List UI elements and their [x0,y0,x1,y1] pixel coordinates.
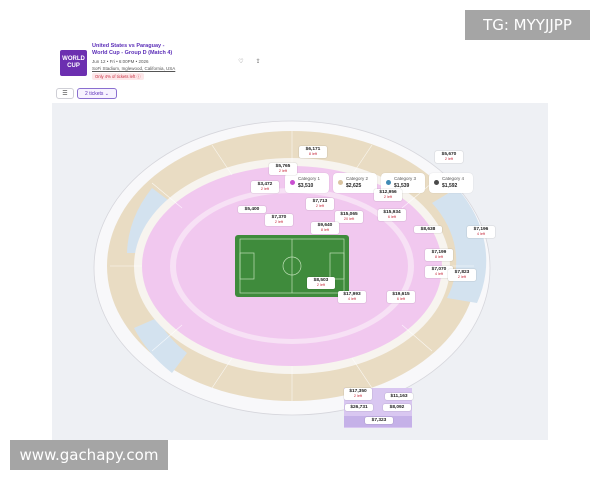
price-pin[interactable]: $6,171 8 left [299,146,327,158]
filters-button[interactable]: ☰ [56,88,74,99]
pin-left: 2 left [274,220,284,224]
pin-left: 2 left [444,157,454,161]
category-4-dot [434,180,439,185]
category-1-dot [290,180,295,185]
world-cup-logo: WORLD CUP [60,50,87,76]
price-pin[interactable]: $5,765 2 left [269,163,297,175]
price-pin[interactable]: $15,065 20 left [335,211,363,223]
pin-left: 6 left [387,215,397,219]
price-pin[interactable]: $3,472 2 left [251,181,279,193]
quantity-label: 2 tickets [85,91,104,97]
pin-left: 8 left [320,228,330,232]
legend-price: $3,510 [298,183,314,189]
legend-category-1[interactable]: Category 1 $3,510 [285,173,329,193]
pin-left: 8 left [434,255,444,259]
legend-price: $1,592 [442,183,458,189]
chevron-down-icon: ⌄ [104,91,109,97]
pin-price: $8,638 [420,227,436,232]
pin-left: 4 left [347,297,357,301]
legend-category-2[interactable]: Category 2 $2,625 [333,173,377,193]
legend-category-4[interactable]: Category 4 $1,592 [429,173,473,193]
price-pin[interactable]: $19,615 6 left [387,291,415,303]
price-pin[interactable]: $7,199 8 left [425,249,453,261]
legend-price: $2,625 [346,183,362,189]
price-pin[interactable]: $15,934 6 left [378,209,406,221]
price-pin[interactable]: $11,163 [385,393,413,400]
pin-left: 2 left [383,195,393,199]
scarcity-text: Only 4% of tickets left [95,74,136,79]
pin-left: 4 left [476,232,486,236]
pin-left: 2 left [316,283,326,287]
price-pin[interactable]: $17,993 4 left [338,291,366,303]
category-3-dot [386,180,391,185]
price-pin[interactable]: $17,350 2 left [344,388,372,400]
legend-name: Category 2 [346,176,369,181]
ticket-listing-panel: WORLD CUP United States vs Paraguay - Wo… [52,40,548,440]
pin-left: 2 left [260,187,270,191]
pin-price: $11,163 [390,394,408,399]
share-icon[interactable]: ⇪ [253,57,263,67]
ticket-quantity-select[interactable]: 2 tickets ⌄ [77,88,117,99]
heart-icon[interactable]: ♡ [236,57,246,67]
price-pin[interactable]: $8,638 [414,226,442,233]
price-pin[interactable]: $8,503 2 left [307,277,335,289]
legend-name: Category 1 [298,176,321,181]
pin-left: 20 left [343,217,355,221]
pin-price: $7,323 [371,418,387,423]
category-2-dot [338,180,343,185]
event-title-line-2: World Cup - Group D (Match 4) [92,50,173,56]
event-title[interactable]: United States vs Paraguay - World Cup - … [92,43,242,57]
pin-price: $5,400 [244,207,260,212]
pin-left: 2 left [278,169,288,173]
event-title-line-1: United States vs Paraguay - [92,43,165,49]
info-icon: ⓘ [136,74,141,79]
pin-left: 6 left [396,297,406,301]
price-pin[interactable]: $7,323 [365,417,393,424]
seat-map[interactable]: Category 1 $3,510 Category 2 $2,625 Cate… [52,103,548,440]
price-pin[interactable]: $7,196 4 left [467,226,495,238]
legend-name: Category 4 [442,176,465,181]
price-pin[interactable]: $7,713 2 left [306,198,334,210]
venue-link[interactable]: SoFi Stadium, Inglewood, California, USA [92,66,175,72]
pin-price: $8,092 [389,405,405,410]
scarcity-badge: Only 4% of tickets left ⓘ [92,73,144,80]
site-watermark: www.gachapy.com [10,440,168,470]
event-date: Jun 12 • Fri • 6:00PM • 2026 [92,59,149,64]
price-pin[interactable]: $7,370 2 left [265,214,293,226]
price-pin[interactable]: $26,731 [345,404,373,411]
pin-left: 2 left [457,275,467,279]
price-pin[interactable]: $5,670 2 left [435,151,463,163]
pin-left: 2 left [353,394,363,398]
price-pin[interactable]: $8,092 [383,404,411,411]
telegram-watermark: TG: MYYJJPP [465,10,590,40]
price-pin[interactable]: $5,400 [238,206,266,213]
sliders-icon: ☰ [62,91,68,97]
price-pin[interactable]: $9,640 8 left [311,222,339,234]
pin-price: $26,731 [350,405,368,410]
legend-name: Category 3 [394,176,417,181]
price-pin[interactable]: $7,823 2 left [448,269,476,281]
pin-left: 2 left [315,204,325,208]
price-pin[interactable]: $12,956 2 left [374,189,402,201]
pin-left: 8 left [308,152,318,156]
